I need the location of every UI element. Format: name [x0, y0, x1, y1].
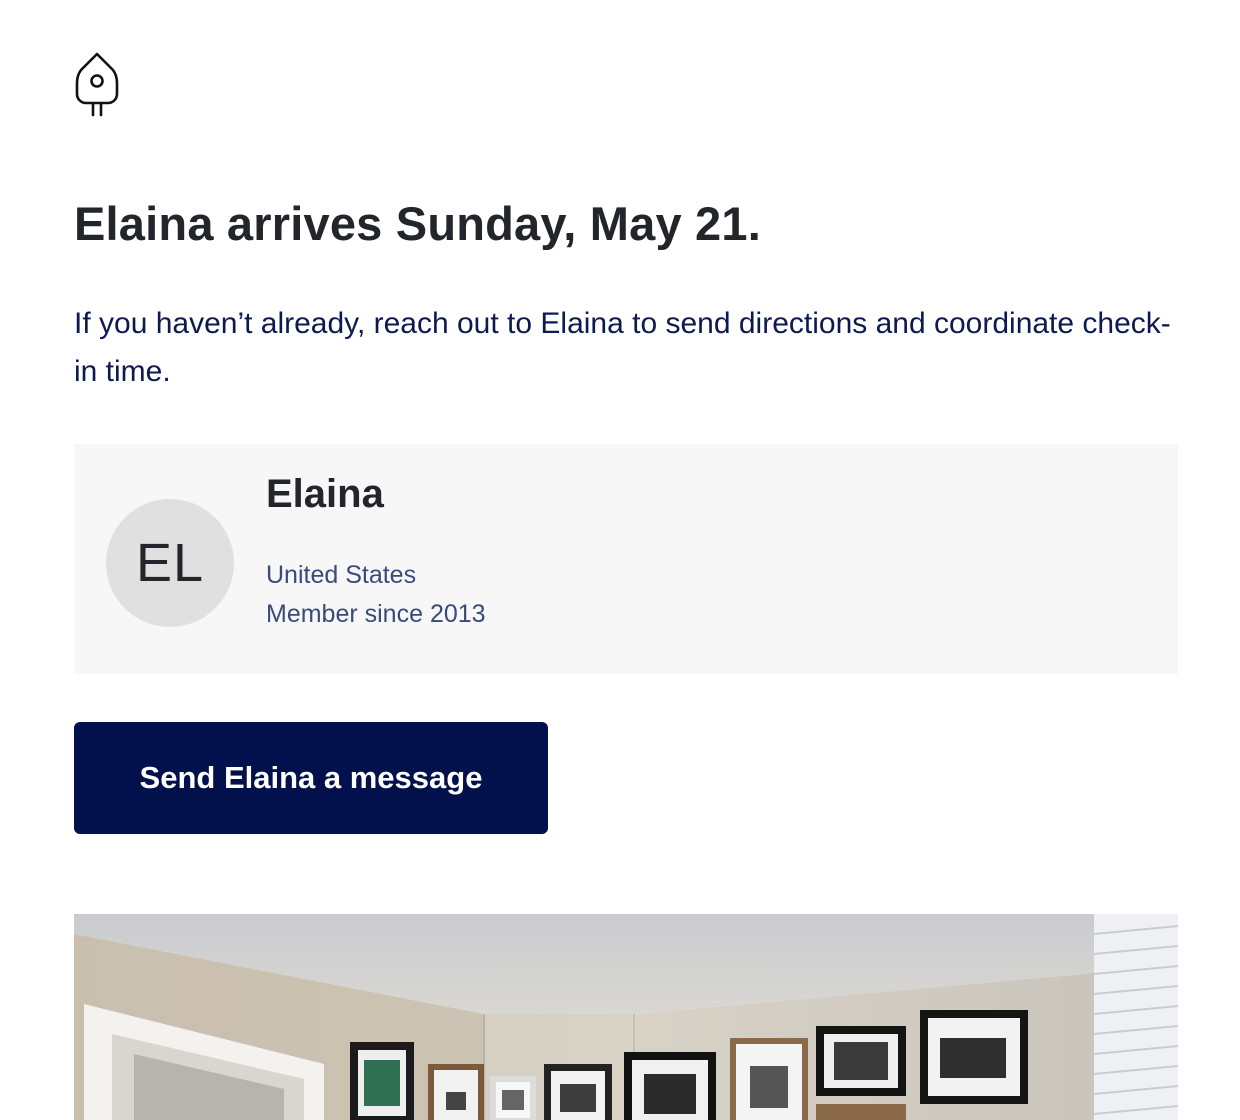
guest-name: Elaina: [266, 472, 384, 516]
birdhouse-icon: [75, 52, 119, 117]
guest-member-since: Member since 2013: [266, 600, 486, 628]
send-message-button[interactable]: Send Elaina a message: [74, 722, 548, 834]
page-title: Elaina arrives Sunday, May 21.: [74, 197, 761, 250]
intro-text: If you haven’t already, reach out to Ela…: [74, 307, 1171, 388]
guest-card: EL Elaina United States Member since 201…: [74, 444, 1178, 674]
guest-meta: United States Member since 2013: [266, 556, 486, 634]
listing-photo: [74, 914, 1178, 1120]
guest-country: United States: [266, 561, 417, 589]
avatar: EL: [106, 499, 234, 627]
listing-photo-image: [74, 914, 1178, 1120]
